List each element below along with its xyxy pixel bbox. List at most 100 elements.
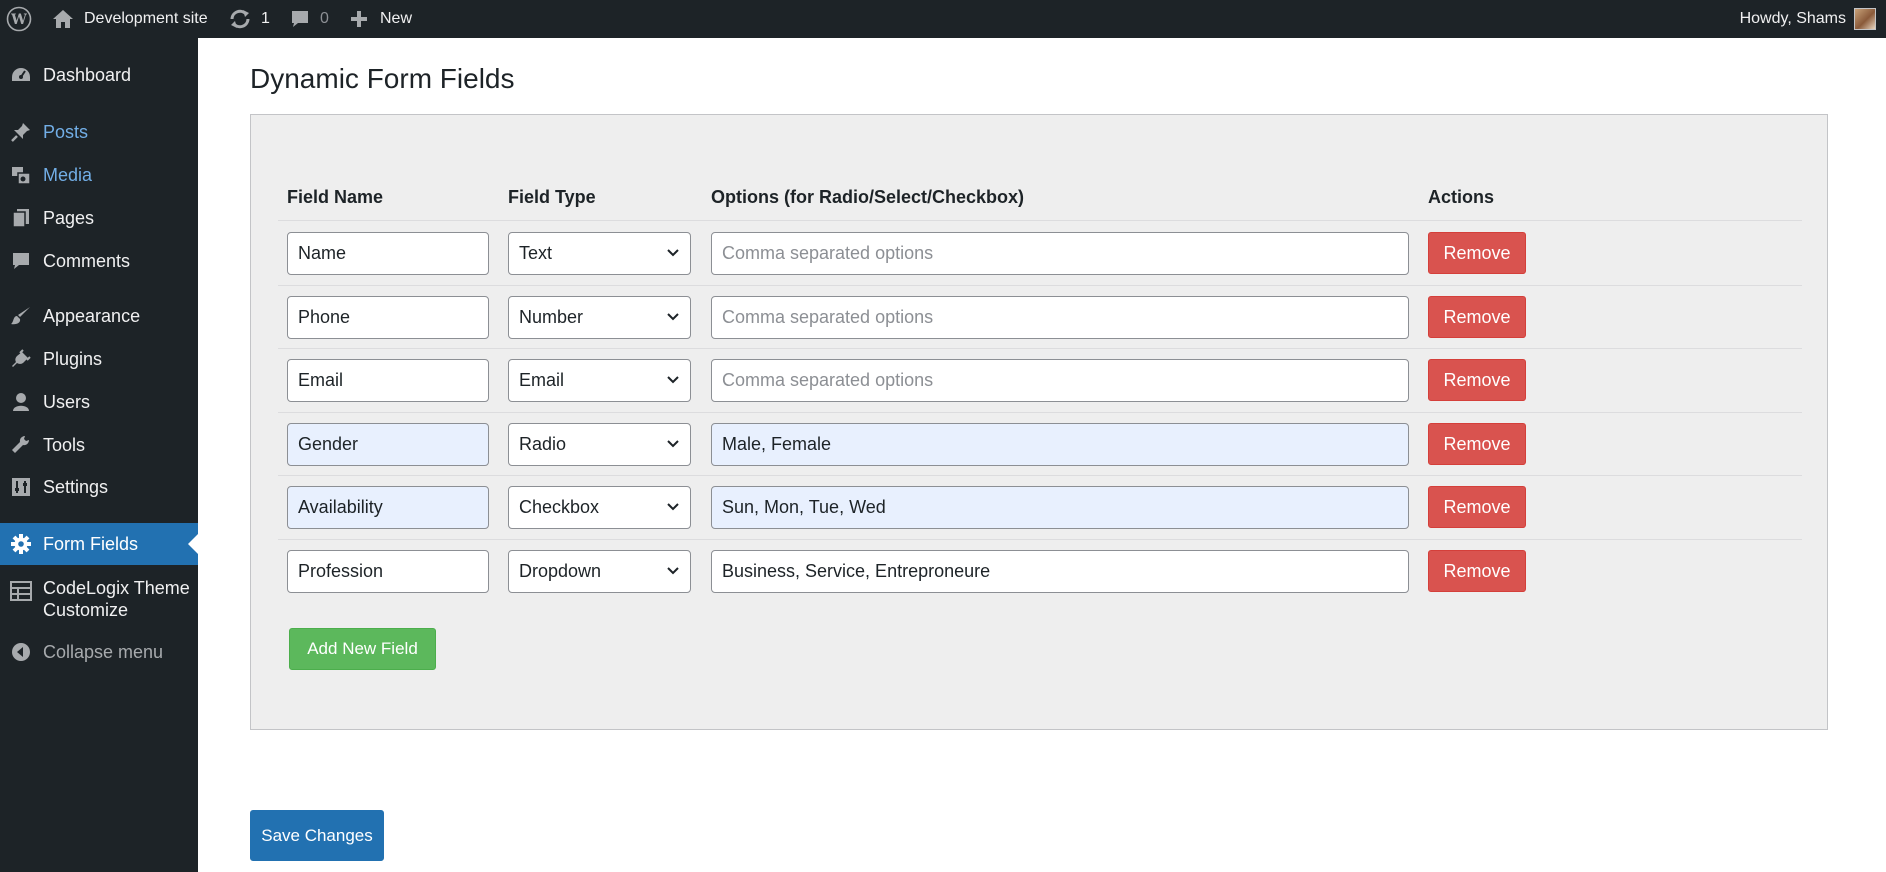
field-type-value: Number xyxy=(519,307,584,327)
updates-link[interactable]: 1 xyxy=(228,0,270,38)
column-header-actions: Actions xyxy=(1428,187,1495,207)
sidebar-item-users[interactable]: Users xyxy=(0,389,198,415)
field-name-input[interactable]: Name xyxy=(287,232,489,275)
form-fields-panel: Field Name Field Type Options (for Radio… xyxy=(250,114,1828,730)
sidebar-item-label: Form Fields xyxy=(43,534,139,554)
options-input[interactable]: Business, Service, Entreproneure xyxy=(711,550,1409,593)
admin-sidebar: Dashboard Posts Media Pages Comments App… xyxy=(0,38,198,872)
field-name-input[interactable]: Availability xyxy=(287,486,489,529)
field-name-input[interactable]: Phone xyxy=(287,296,489,339)
options-input[interactable]: Sun, Mon, Tue, Wed xyxy=(711,486,1409,529)
howdy-text: Howdy, Shams xyxy=(1739,10,1846,27)
page-title: Dynamic Form Fields xyxy=(250,63,515,94)
wrench-icon xyxy=(9,433,33,457)
settings-icon xyxy=(9,475,33,499)
chevron-down-icon xyxy=(667,375,679,383)
column-header-options: Options (for Radio/Select/Checkbox) xyxy=(711,187,1025,207)
sidebar-item-label: Comments xyxy=(43,251,131,271)
row-divider xyxy=(278,348,1802,349)
row-divider xyxy=(278,412,1802,413)
field-type-select[interactable]: Email xyxy=(508,359,691,402)
sidebar-item-label: Settings xyxy=(43,477,109,497)
column-header-field-name: Field Name xyxy=(287,187,384,207)
sidebar-item-label: Media xyxy=(43,165,93,185)
home-icon xyxy=(52,9,74,29)
field-type-select[interactable]: Radio xyxy=(508,423,691,466)
admin-bar: W Development site 1 0 New Howdy, Shams xyxy=(0,0,1886,38)
comments-link[interactable]: 0 xyxy=(290,0,329,38)
chevron-down-icon xyxy=(667,439,679,447)
save-changes-button[interactable]: Save Changes xyxy=(250,810,384,861)
chevron-down-icon xyxy=(667,248,679,256)
updates-icon xyxy=(228,8,252,30)
sidebar-item-tools[interactable]: Tools xyxy=(0,432,198,458)
sidebar-item-appearance[interactable]: Appearance xyxy=(0,303,198,329)
table-icon xyxy=(9,579,33,603)
chevron-down-icon xyxy=(667,566,679,574)
field-type-value: Dropdown xyxy=(519,561,602,581)
options-input[interactable]: Comma separated options xyxy=(711,359,1409,402)
field-type-select[interactable]: Number xyxy=(508,296,691,339)
sidebar-item-form-fields[interactable]: Form Fields xyxy=(0,523,198,565)
sidebar-item-label: CodeLogix Theme Customize xyxy=(43,577,190,621)
site-name-link[interactable]: Development site xyxy=(52,0,208,38)
collapse-icon xyxy=(9,640,33,664)
brush-icon xyxy=(9,304,33,328)
add-new-field-button[interactable]: Add New Field xyxy=(289,628,436,670)
sidebar-item-codelogix-theme-customize[interactable]: CodeLogix Theme Customize xyxy=(0,575,198,623)
sidebar-item-label: Dashboard xyxy=(43,65,132,85)
field-name-input[interactable]: Email xyxy=(287,359,489,402)
updates-count: 1 xyxy=(261,10,270,27)
account-menu[interactable]: Howdy, Shams xyxy=(1740,0,1876,38)
plugin-icon xyxy=(9,347,33,371)
plus-icon xyxy=(350,10,368,28)
sidebar-item-label: Appearance xyxy=(43,306,141,326)
collapse-menu-button[interactable]: Collapse menu xyxy=(0,639,198,665)
field-type-select[interactable]: Dropdown xyxy=(508,550,691,593)
user-avatar xyxy=(1854,8,1876,30)
field-name-input[interactable]: Profession xyxy=(287,550,489,593)
remove-button[interactable]: Remove xyxy=(1428,359,1526,401)
options-input[interactable]: Male, Female xyxy=(711,423,1409,466)
remove-button[interactable]: Remove xyxy=(1428,423,1526,465)
sidebar-item-plugins[interactable]: Plugins xyxy=(0,346,198,372)
pages-icon xyxy=(9,206,33,230)
sidebar-item-comments[interactable]: Comments xyxy=(0,248,198,274)
site-name: Development site xyxy=(84,10,208,27)
chevron-down-icon xyxy=(667,312,679,320)
wordpress-logo-icon[interactable]: W xyxy=(6,0,32,38)
column-header-field-type: Field Type xyxy=(508,187,596,207)
header-divider xyxy=(278,220,1802,221)
options-input[interactable]: Comma separated options xyxy=(711,296,1409,339)
options-input[interactable]: Comma separated options xyxy=(711,232,1409,275)
field-name-input[interactable]: Gender xyxy=(287,423,489,466)
media-icon xyxy=(9,163,33,187)
sidebar-item-label-line1: CodeLogix Theme xyxy=(43,578,190,598)
sidebar-item-pages[interactable]: Pages xyxy=(0,205,198,231)
new-content-link[interactable]: New xyxy=(350,0,412,38)
remove-button[interactable]: Remove xyxy=(1428,232,1526,274)
new-label: New xyxy=(380,10,413,27)
comments-count: 0 xyxy=(320,10,329,27)
remove-button[interactable]: Remove xyxy=(1428,486,1526,528)
field-type-select[interactable]: Checkbox xyxy=(508,486,691,529)
sidebar-item-settings[interactable]: Settings xyxy=(0,474,198,500)
remove-button[interactable]: Remove xyxy=(1428,296,1526,338)
sidebar-item-label: Pages xyxy=(43,208,95,228)
row-divider xyxy=(278,539,1802,540)
remove-button[interactable]: Remove xyxy=(1428,550,1526,592)
sidebar-item-label-line2: Customize xyxy=(43,600,129,620)
sidebar-item-dashboard[interactable]: Dashboard xyxy=(0,62,198,88)
pin-icon xyxy=(9,120,33,144)
sidebar-item-posts[interactable]: Posts xyxy=(0,119,198,145)
sidebar-item-label: Collapse menu xyxy=(43,642,164,662)
gear-icon xyxy=(9,532,33,556)
dashboard-icon xyxy=(9,63,33,87)
sidebar-item-label: Plugins xyxy=(43,349,103,369)
sidebar-item-media[interactable]: Media xyxy=(0,162,198,188)
sidebar-item-label: Posts xyxy=(43,122,89,142)
field-type-value: Text xyxy=(519,243,553,263)
comment-bubble-icon xyxy=(290,9,310,29)
comment-icon xyxy=(9,249,33,273)
field-type-select[interactable]: Text xyxy=(508,232,691,275)
